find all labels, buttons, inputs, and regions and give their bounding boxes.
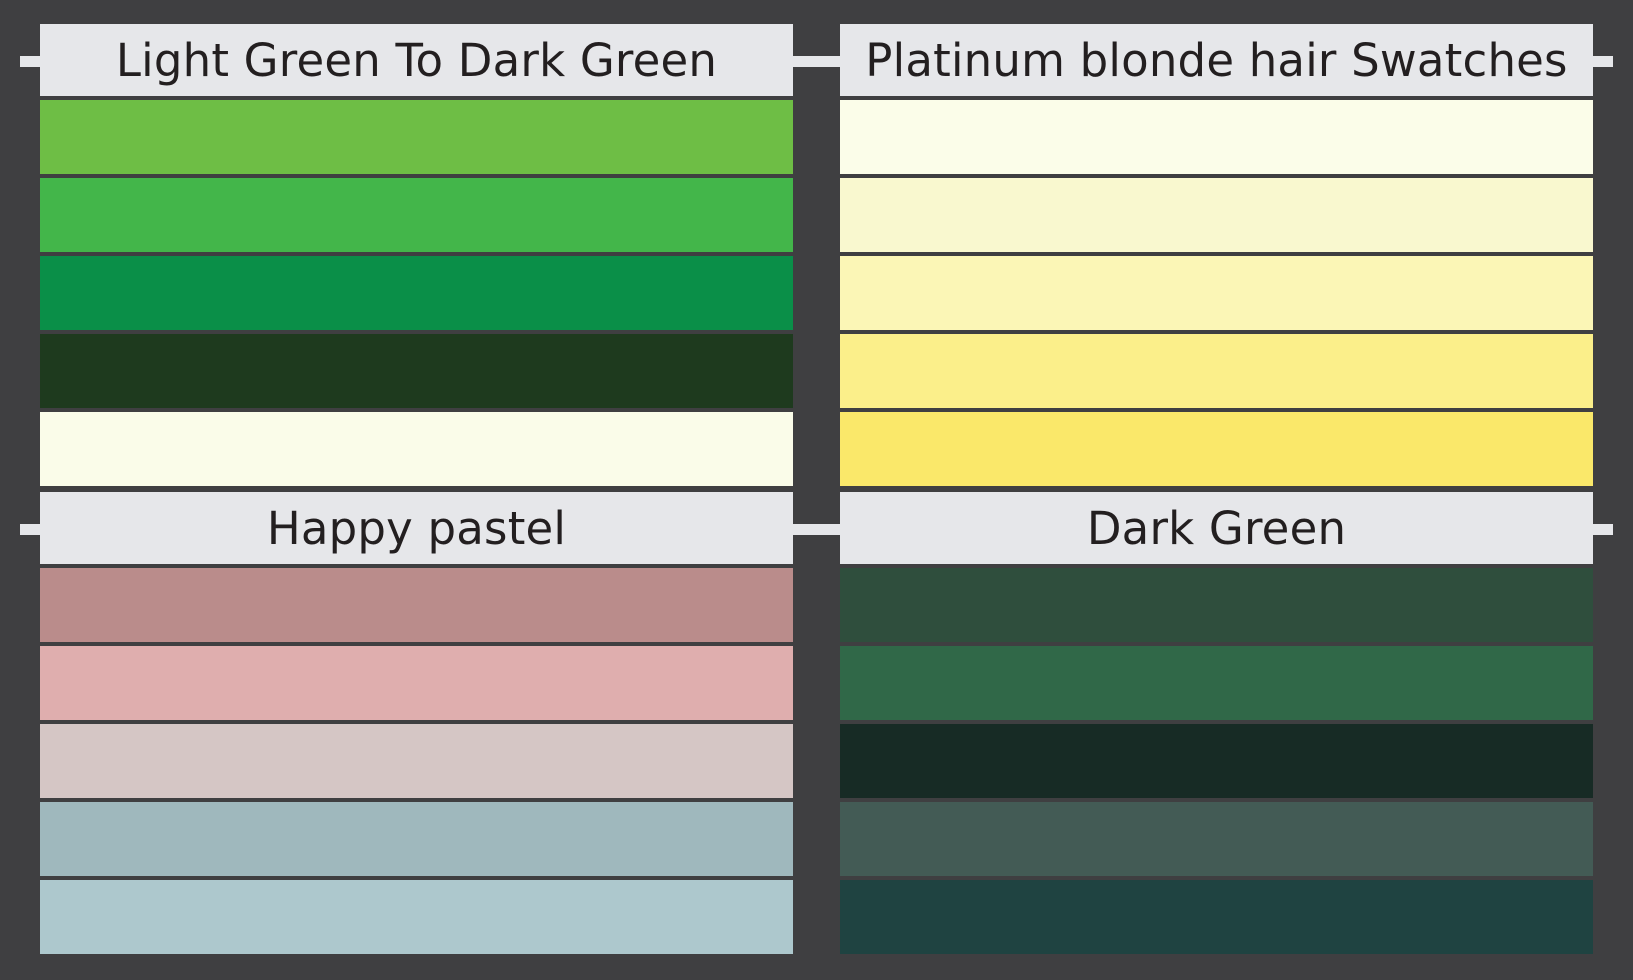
- color-swatch[interactable]: [40, 256, 793, 330]
- swatch-list: [40, 568, 793, 954]
- color-swatch[interactable]: [40, 178, 793, 252]
- color-swatch[interactable]: [840, 802, 1593, 876]
- color-swatch[interactable]: [40, 724, 793, 798]
- color-swatch[interactable]: [40, 334, 793, 408]
- color-swatch[interactable]: [840, 724, 1593, 798]
- panel-title: Happy pastel: [40, 492, 793, 564]
- swatch-list: [840, 568, 1593, 954]
- color-swatch[interactable]: [840, 646, 1593, 720]
- swatch-board: Light Green To Dark Green Platinum blond…: [0, 0, 1633, 980]
- panel-title: Light Green To Dark Green: [40, 24, 793, 96]
- color-swatch[interactable]: [40, 880, 793, 954]
- color-swatch[interactable]: [40, 412, 793, 486]
- color-swatch[interactable]: [840, 880, 1593, 954]
- color-swatch[interactable]: [840, 334, 1593, 408]
- color-swatch[interactable]: [840, 568, 1593, 642]
- color-swatch[interactable]: [840, 412, 1593, 486]
- color-swatch[interactable]: [40, 802, 793, 876]
- panel-title: Dark Green: [840, 492, 1593, 564]
- color-swatch[interactable]: [40, 100, 793, 174]
- panel-dark-green: Dark Green: [840, 492, 1593, 954]
- color-swatch[interactable]: [40, 568, 793, 642]
- color-swatch[interactable]: [840, 178, 1593, 252]
- panel-light-to-dark-green: Light Green To Dark Green: [40, 24, 793, 486]
- panel-title: Platinum blonde hair Swatches: [840, 24, 1593, 96]
- color-swatch[interactable]: [840, 100, 1593, 174]
- panel-happy-pastel: Happy pastel: [40, 492, 793, 954]
- panel-platinum-blonde: Platinum blonde hair Swatches: [840, 24, 1593, 486]
- color-swatch[interactable]: [840, 256, 1593, 330]
- swatch-list: [40, 100, 793, 486]
- swatch-list: [840, 100, 1593, 486]
- color-swatch[interactable]: [40, 646, 793, 720]
